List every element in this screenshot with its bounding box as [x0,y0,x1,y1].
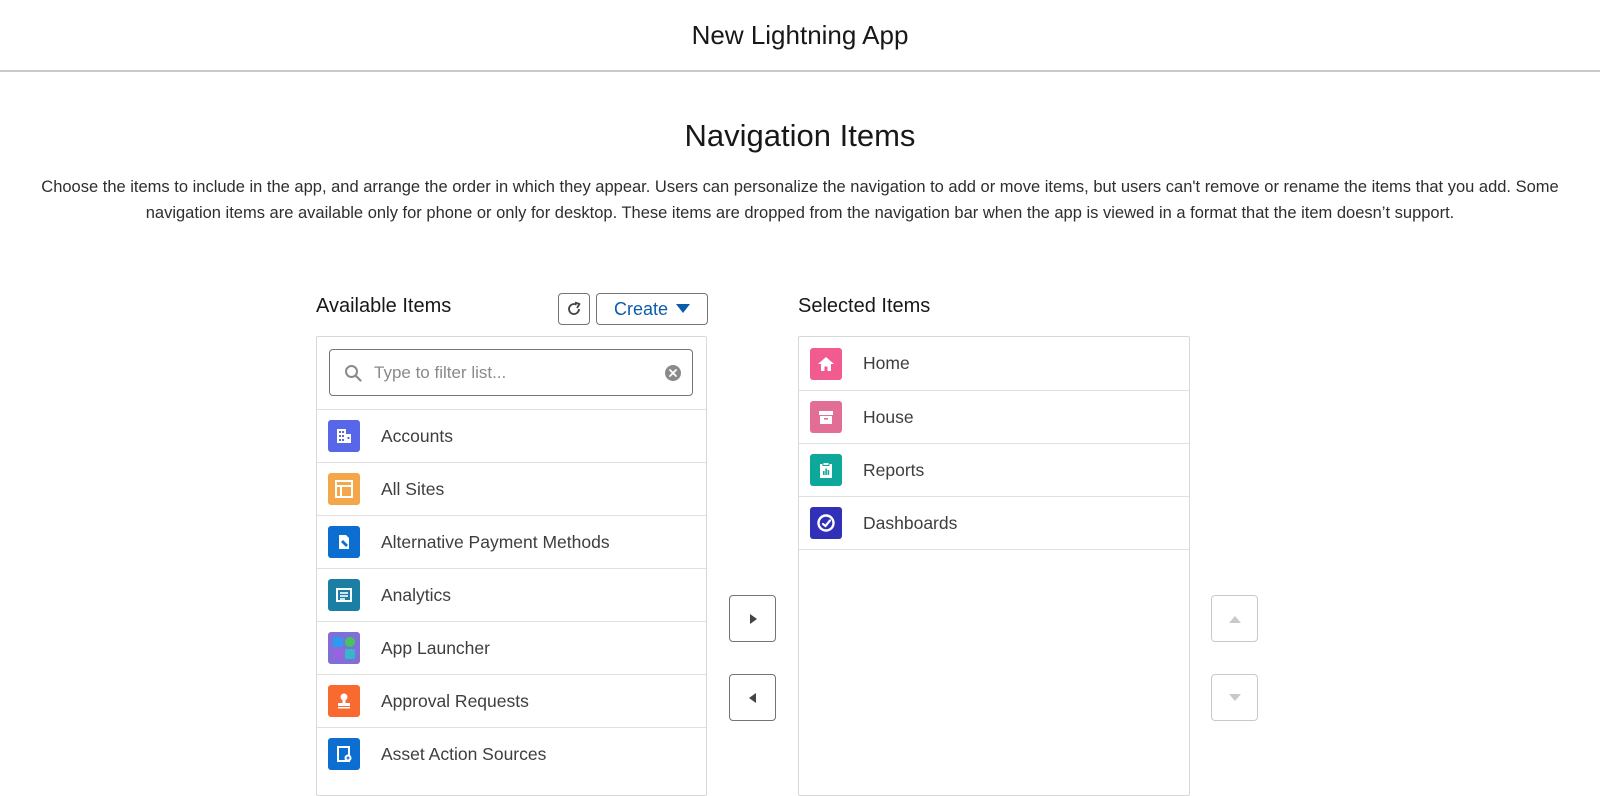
item-label: Reports [863,459,925,480]
app-launcher-icon [328,632,360,664]
accounts-icon [328,420,360,452]
item-label: All Sites [381,478,445,499]
house-icon [810,401,842,433]
sites-icon [328,473,360,505]
clear-icon[interactable] [664,364,682,382]
payment-icon [328,526,360,558]
available-item-app-launcher[interactable]: App Launcher [317,621,706,674]
search-icon [345,364,362,382]
item-label: Accounts [381,425,453,446]
item-label: Home [863,353,910,373]
move-to-selected-button[interactable] [729,595,776,642]
item-label: Asset Action Sources [381,743,547,764]
approval-icon [328,685,360,717]
move-to-available-button[interactable] [729,674,776,721]
selected-items-label: Selected Items [798,295,931,317]
section-description: Choose the items to include in the app, … [41,178,1559,222]
reports-icon [810,454,842,486]
item-label: House [863,406,914,427]
selected-item-reports[interactable]: Reports [799,443,1189,496]
chevron-down-icon [676,304,691,313]
dashboards-icon [810,507,842,539]
section-title: Navigation Items [684,118,916,153]
list-divider [799,549,1189,550]
available-item-approval-requests[interactable]: Approval Requests [317,674,706,727]
available-item-analytics[interactable]: Analytics [317,568,706,621]
selected-items-list: Home House Reports Dashboards [798,336,1190,796]
available-items-label: Available Items [316,295,452,317]
caret-left-icon [748,692,756,703]
item-label: Analytics [381,584,452,605]
available-items-list: Accounts All Sites Alternative Payment M… [316,336,707,796]
available-item-accounts[interactable]: Accounts [317,409,706,462]
create-label: Create [613,298,669,319]
available-item-asset-action-sources[interactable]: Asset Action Sources [317,727,706,780]
selected-item-home[interactable]: Home [799,337,1189,390]
filter-input[interactable] [372,361,654,384]
caret-up-icon [1228,615,1241,623]
app-header: New Lightning App [0,0,1600,72]
home-icon [810,347,842,380]
item-label: App Launcher [381,637,490,658]
create-button[interactable]: Create [596,293,708,325]
filter-search [329,349,693,396]
item-label: Dashboards [863,512,958,533]
item-label: Approval Requests [381,690,529,711]
selected-item-dashboards[interactable]: Dashboards [799,496,1189,549]
caret-right-icon [749,613,757,624]
move-down-button[interactable] [1211,674,1258,721]
refresh-button[interactable] [558,293,590,325]
selected-item-house[interactable]: House [799,390,1189,443]
move-up-button[interactable] [1211,595,1258,642]
asset-action-icon [328,738,360,770]
caret-down-icon [1228,693,1241,701]
page-title: New Lightning App [691,19,909,50]
available-item-all-sites[interactable]: All Sites [317,462,706,515]
analytics-icon [328,579,360,611]
refresh-icon [568,301,581,315]
item-label: Alternative Payment Methods [381,531,610,552]
available-item-alternative-payment-methods[interactable]: Alternative Payment Methods [317,515,706,568]
